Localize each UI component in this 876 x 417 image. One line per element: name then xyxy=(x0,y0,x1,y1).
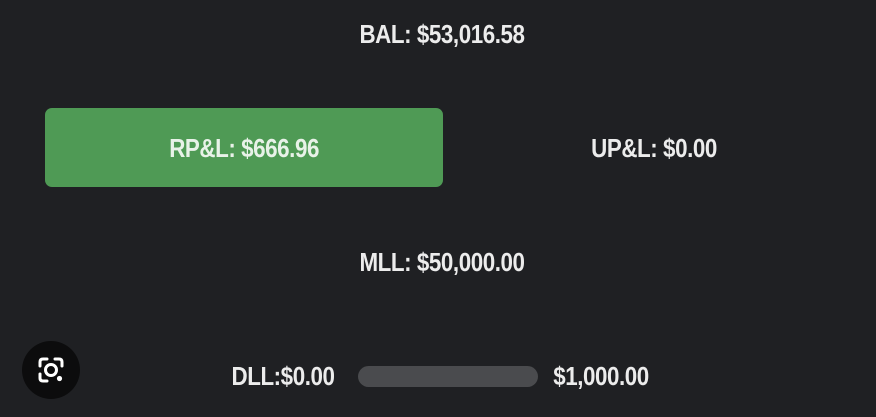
balance-value: BAL: $53,016.58 xyxy=(359,19,525,49)
realized-pnl-label: RP&L: $666.96 xyxy=(169,132,319,163)
daily-loss-limit-progress-bar xyxy=(358,366,538,387)
lens-search-button[interactable] xyxy=(22,341,80,399)
daily-loss-limit-label: DLL:$0.00 xyxy=(231,361,335,391)
lens-search-icon xyxy=(38,357,64,383)
unrealized-pnl-value: UP&L: $0.00 xyxy=(591,133,717,163)
realized-pnl-button[interactable]: RP&L: $666.96 xyxy=(45,108,443,187)
daily-loss-limit-max: $1,000.00 xyxy=(553,361,649,391)
max-loss-limit-value: MLL: $50,000.00 xyxy=(359,247,525,277)
